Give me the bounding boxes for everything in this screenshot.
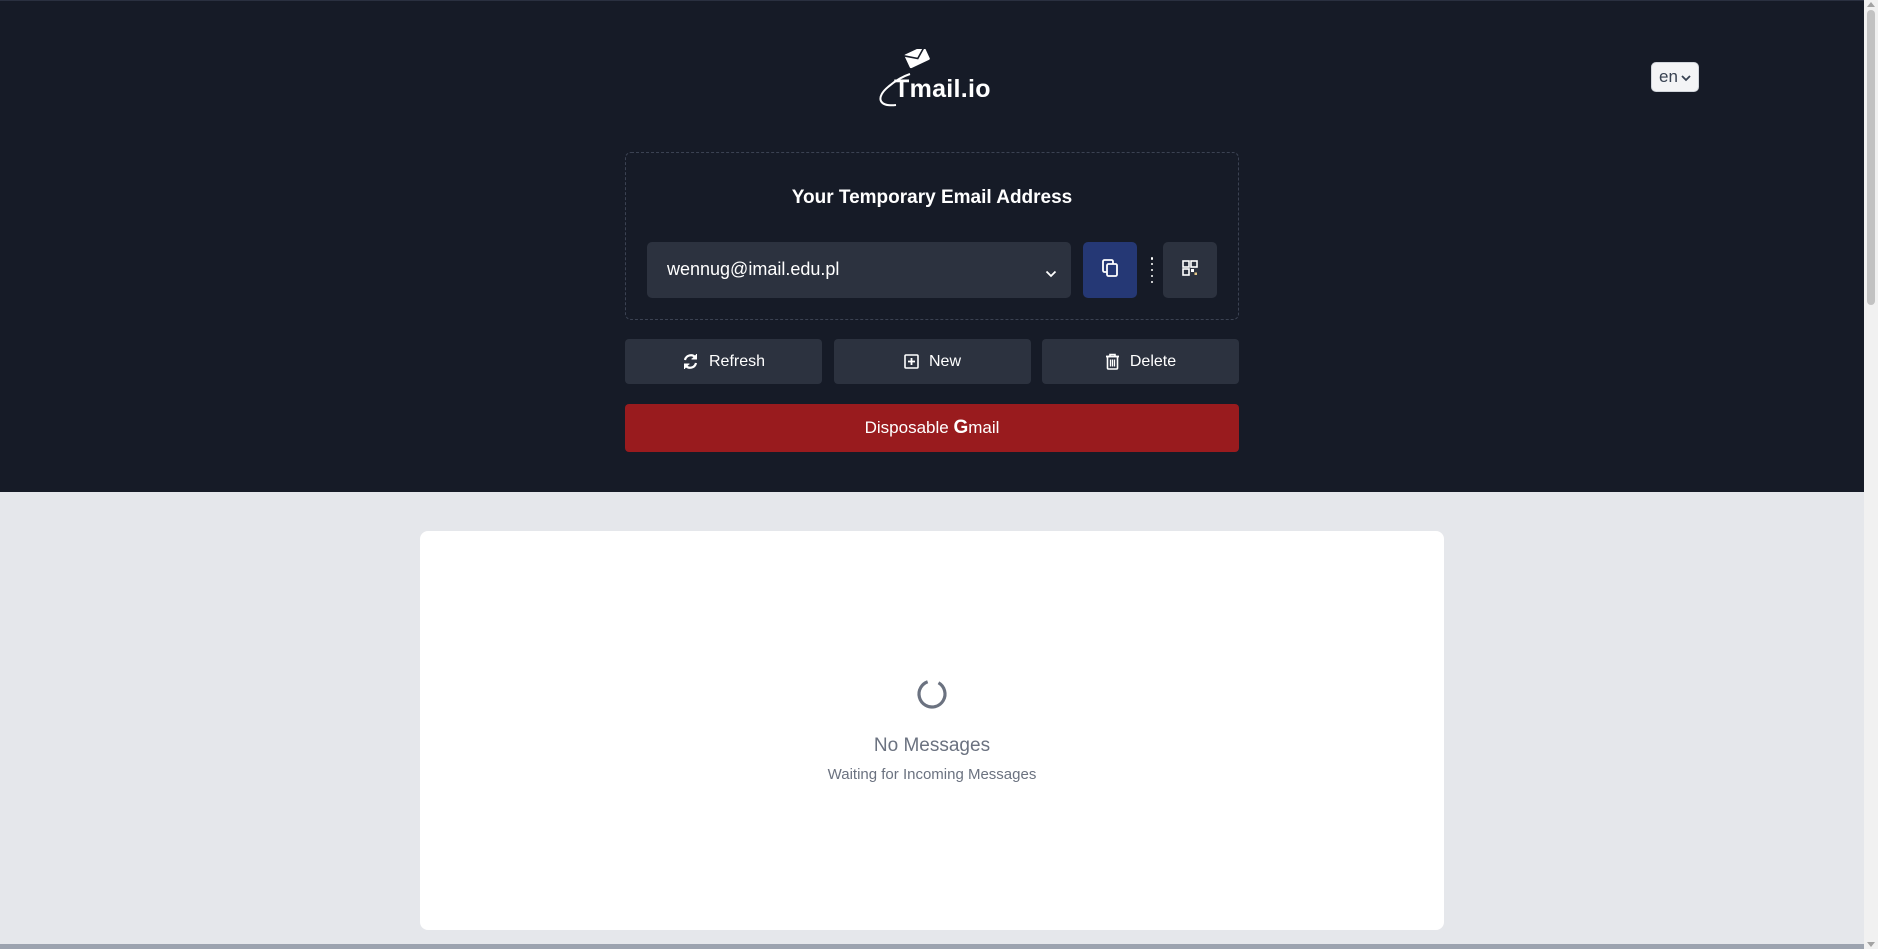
header: Tmail.io en Your Temporary Email Address…	[0, 0, 1864, 492]
empty-inbox-title: No Messages	[873, 735, 991, 756]
delete-button[interactable]: Delete	[1042, 339, 1239, 384]
refresh-icon	[682, 353, 699, 370]
google-g-icon: G	[953, 417, 969, 438]
trash-icon	[1105, 353, 1120, 370]
email-panel: Your Temporary Email Address wennug@imai…	[625, 152, 1239, 320]
delete-label: Delete	[1129, 352, 1177, 370]
inbox-panel: No Messages Waiting for Incoming Message…	[420, 531, 1444, 930]
chevron-down-icon	[1681, 67, 1691, 87]
qr-code-icon	[1182, 260, 1198, 280]
qr-code-button[interactable]	[1163, 242, 1217, 298]
vertical-dots-icon[interactable]	[1149, 257, 1155, 283]
chevron-down-icon	[1045, 263, 1057, 282]
plus-square-icon	[904, 354, 919, 369]
email-address: wennug@imail.edu.pl	[667, 259, 840, 279]
email-select[interactable]: wennug@imail.edu.pl	[647, 242, 1071, 298]
bottom-edge	[0, 944, 1864, 949]
spinner-icon	[916, 678, 948, 710]
copy-button[interactable]	[1083, 242, 1137, 298]
scrollbar-thumb[interactable]	[1867, 10, 1875, 305]
language-value: en	[1659, 67, 1678, 86]
scroll-down-arrow-icon[interactable]	[1867, 942, 1875, 947]
logo-text: Tmail.io	[894, 75, 991, 103]
refresh-button[interactable]: Refresh	[625, 339, 822, 384]
copy-icon	[1102, 259, 1118, 281]
email-panel-title: Your Temporary Email Address	[791, 187, 1073, 208]
vertical-scrollbar[interactable]	[1864, 0, 1878, 949]
gmail-button-prefix: Disposable	[864, 418, 954, 437]
scroll-up-arrow-icon[interactable]	[1867, 2, 1875, 7]
refresh-label: Refresh	[708, 352, 766, 370]
new-button[interactable]: New	[834, 339, 1031, 384]
empty-inbox-subtitle: Waiting for Incoming Messages	[827, 766, 1037, 783]
language-select[interactable]: en	[1651, 62, 1699, 92]
disposable-gmail-button[interactable]: Disposable G mail	[625, 404, 1239, 452]
logo[interactable]: Tmail.io	[874, 49, 994, 109]
new-label: New	[928, 352, 961, 370]
gmail-button-suffix: mail	[968, 418, 1000, 437]
